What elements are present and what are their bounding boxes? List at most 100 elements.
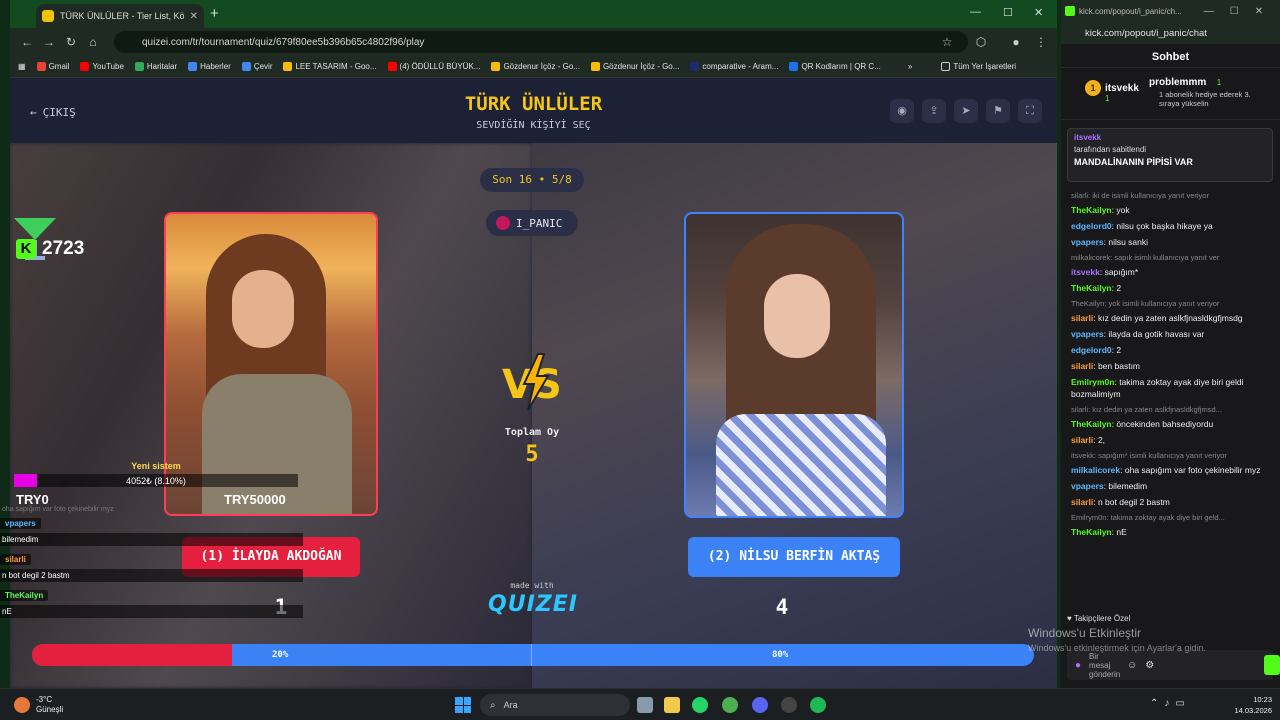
pinned-message[interactable]: itsvekk tarafından sabitlendi MANDALİNAN… [1067, 128, 1273, 182]
chat-username[interactable]: silarli [1071, 313, 1093, 323]
settings-icon[interactable]: ⚙ [1145, 660, 1154, 671]
obs-icon[interactable] [781, 697, 797, 713]
vote-share-bar: 20% 80% [32, 644, 1034, 666]
close-tab-icon[interactable]: ✕ [190, 11, 198, 22]
bookmark-item[interactable]: Gözdenur İçöz - Go... [590, 62, 679, 71]
share-icon[interactable]: ⇪ [922, 99, 946, 123]
bookmark-star-icon[interactable]: ☆ [936, 35, 958, 49]
bookmark-item[interactable]: QR Kodlarım | QR C... [789, 62, 881, 71]
chat-username[interactable]: silarli [1071, 497, 1093, 507]
chat-address-bar[interactable]: kick.com/popout/i_panic/chat [1061, 22, 1280, 44]
file-explorer-icon[interactable] [664, 697, 680, 713]
chat-username[interactable]: vpapers [1071, 237, 1104, 247]
chat-text: nilsu sanki [1108, 237, 1149, 247]
bookmark-item[interactable]: comparative - Aram... [690, 62, 778, 71]
all-bookmarks[interactable]: Tüm Yer İşaretleri [941, 62, 1016, 71]
close-window-icon[interactable]: ✕ [1034, 6, 1043, 19]
choice-button-left[interactable]: (1) İLAYDA AKDOĞAN [182, 537, 360, 577]
portrait-face [764, 274, 830, 358]
home-icon[interactable]: ⌂ [82, 35, 104, 49]
clock-time: 10:23 [1253, 695, 1272, 704]
close-window-icon[interactable]: ✕ [1255, 6, 1263, 17]
start-button[interactable] [455, 697, 471, 713]
maximize-icon[interactable]: ☐ [1003, 6, 1013, 19]
weather-widget[interactable]: -3°C Güneşli [14, 695, 63, 715]
maximize-icon[interactable]: ☐ [1230, 6, 1239, 17]
new-tab-button[interactable]: + [210, 5, 219, 22]
chat-username[interactable]: edgelord0 [1071, 345, 1112, 355]
chat-username[interactable]: vpapers [1071, 329, 1104, 339]
chat-username[interactable]: itsvekk [1071, 267, 1100, 277]
streamer-badge: I_PANIC [486, 210, 578, 236]
chat-reply-context: milkalicorek: sapık isimli kullanıcıya y… [1071, 253, 1220, 262]
round-indicator: Son 16 • 5/8 [480, 168, 584, 192]
chrome-icon[interactable] [722, 697, 738, 713]
address-bar[interactable]: quizei.com/tr/tournament/quiz/679f80ee5b… [114, 31, 968, 53]
chat-title: Sohbet [1061, 46, 1280, 68]
chat-text: 2 [1116, 283, 1122, 293]
extensions-icon[interactable]: ⬡ [970, 35, 992, 49]
candidate-card-left[interactable] [164, 212, 378, 516]
forward-icon[interactable]: → [38, 35, 60, 49]
chat-username[interactable]: Emilrym0n [1071, 377, 1114, 387]
gifter-second[interactable]: problemmm 1 1 abonelik hediye ederek 3. … [1149, 72, 1273, 108]
chat-username[interactable]: edgelord0 [1071, 221, 1112, 231]
eye-icon[interactable]: ◉ [890, 99, 914, 123]
mic-icon[interactable]: ● [1075, 660, 1081, 671]
send-button[interactable] [1264, 655, 1280, 675]
pinned-by: tarafından sabitlendi [1074, 145, 1147, 154]
chat-reply-context: Emilrym0n: takima zoktay ayak diye biri … [1071, 513, 1225, 522]
back-icon[interactable]: ← [16, 35, 38, 49]
task-view-icon[interactable] [637, 697, 653, 713]
taskbar: -3°C Güneşli ⌕ Ara ⌃♪▭ 10:23 14.03.2026 [0, 688, 1280, 720]
chat-username[interactable]: TheKailyn [1071, 205, 1112, 215]
chat-text: 2 [1116, 345, 1122, 355]
url-text: quizei.com/tr/tournament/quiz/679f80ee5b… [142, 36, 425, 48]
tab-quizei[interactable]: TÜRK ÜNLÜLER - Tier List, Kör ✕ [36, 4, 204, 28]
chat-username[interactable]: silarli [1071, 435, 1093, 445]
quizei-logo[interactable]: QUIZEI [488, 592, 578, 617]
tab-title: TÜRK ÜNLÜLER - Tier List, Kör [60, 11, 184, 21]
discord-icon[interactable] [752, 697, 768, 713]
chat-username[interactable]: milkalicorek [1071, 465, 1120, 475]
reload-icon[interactable]: ↻ [60, 35, 82, 49]
chat-text: ilayda da gotik havası var [1108, 329, 1205, 339]
chat-message: silarli: n bot degil 2 bastm [1071, 496, 1270, 508]
bookmark-item[interactable]: LEE TASARIM - Goo... [283, 62, 377, 71]
flag-icon[interactable]: ⚑ [986, 99, 1010, 123]
whatsapp-icon[interactable] [692, 697, 708, 713]
system-tray[interactable]: ⌃♪▭ [1150, 698, 1191, 709]
apps-grid-icon[interactable]: ▦ [18, 62, 26, 71]
bookmarks-more-button[interactable]: » [908, 62, 912, 71]
gifter-count: 1 [1105, 94, 1110, 103]
taskbar-search[interactable]: ⌕ Ara [480, 694, 630, 716]
bookmark-item[interactable]: Çevir [241, 62, 272, 71]
emote-icon[interactable]: ☺ [1127, 660, 1137, 671]
chat-username[interactable]: TheKailyn [1071, 527, 1112, 537]
send-icon[interactable]: ➤ [954, 99, 978, 123]
minimize-icon[interactable]: — [970, 6, 981, 18]
chat-username[interactable]: TheKailyn [1071, 283, 1112, 293]
bookmark-item[interactable]: (4) ÖDÜLLÜ BÜYÜK... [387, 62, 480, 71]
bookmark-item[interactable]: YouTube [80, 62, 124, 71]
spotify-icon[interactable] [810, 697, 826, 713]
fullscreen-icon[interactable]: ⛶ [1018, 99, 1042, 123]
bookmark-item[interactable]: Haritalar [134, 62, 177, 71]
chat-input[interactable]: ● Bir mesaj gönderin ☺ ⚙ [1067, 650, 1273, 680]
profile-avatar[interactable]: ● [1005, 35, 1027, 49]
bookmark-item[interactable]: Gmail [36, 62, 69, 71]
chat-username[interactable]: TheKailyn [1071, 419, 1112, 429]
bookmark-item[interactable]: Haberler [188, 62, 231, 71]
minimize-icon[interactable]: — [1204, 6, 1214, 17]
chat-username[interactable]: silarli [1071, 361, 1093, 371]
choice-button-right[interactable]: (2) NİLSU BERFİN AKTAŞ [688, 537, 900, 577]
gifter-name: itsvekk [1105, 82, 1139, 94]
menu-icon[interactable]: ⋮ [1030, 35, 1052, 49]
chat-username[interactable]: vpapers [1071, 481, 1104, 491]
chat-reply-context: silarli: iki de isimli kullanıcıya yanıt… [1071, 191, 1209, 200]
candidate-card-right[interactable] [684, 212, 904, 518]
top-gifter[interactable]: 1 itsvekk [1085, 80, 1139, 96]
bookmark-item[interactable]: Gözdenur İçöz - Go... [491, 62, 580, 71]
clock[interactable]: 10:23 14.03.2026 [1222, 694, 1272, 716]
chat-text: bilemedim [1108, 481, 1148, 491]
